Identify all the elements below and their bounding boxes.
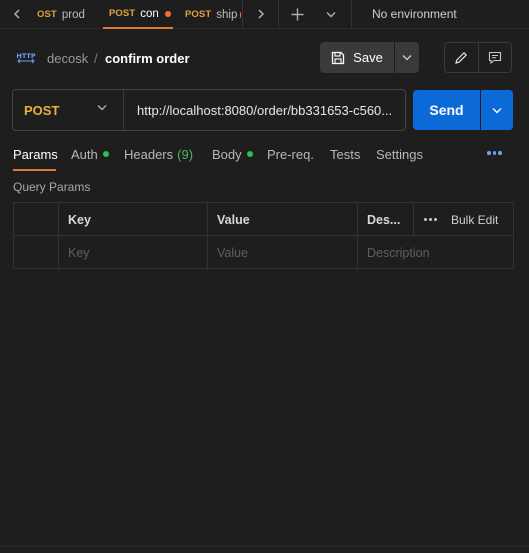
request-tab-prod[interactable]: OST prod	[37, 0, 97, 29]
tab-headers-label: Headers	[124, 146, 174, 162]
svg-text:HTTP: HTTP	[16, 52, 35, 60]
divider	[0, 546, 529, 547]
query-params-title: Query Params	[13, 180, 91, 194]
save-icon	[332, 51, 345, 64]
tab-auth-label: Auth	[71, 146, 98, 162]
bulk-edit-label: Bulk Edit	[451, 212, 499, 227]
headers-count: (9)	[177, 146, 194, 162]
tab-body[interactable]: Body	[212, 144, 253, 164]
tab-tests[interactable]: Tests	[330, 144, 360, 164]
column-description: Des...	[367, 212, 401, 227]
divider	[242, 0, 243, 29]
method-selector[interactable]: POST	[13, 90, 123, 130]
table-row: Key Value Description	[14, 236, 513, 269]
params-table: Key Value Des... Bulk Edit Key Value Des…	[13, 202, 514, 270]
tab-prerequest-label: Pre-req.	[267, 146, 314, 162]
comment-icon	[488, 51, 501, 64]
chevron-down-icon	[492, 107, 502, 113]
tab-params-label: Params	[13, 146, 58, 162]
send-options-button[interactable]	[481, 90, 513, 130]
bulk-edit-button[interactable]: Bulk Edit	[424, 203, 498, 236]
tab-body-label: Body	[212, 146, 242, 162]
send-button[interactable]: Send	[413, 90, 480, 130]
tab-headers[interactable]: Headers (9)	[124, 144, 193, 164]
save-label: Save	[353, 50, 383, 65]
method-label: POST	[24, 102, 60, 118]
unsaved-dot	[164, 10, 171, 17]
side-actions	[444, 42, 512, 73]
tab-settings[interactable]: Settings	[376, 144, 423, 164]
divider	[278, 0, 279, 29]
save-button[interactable]: Save	[320, 42, 394, 73]
more-icon[interactable]	[424, 218, 437, 221]
environment-selector[interactable]: No environment	[372, 0, 457, 28]
param-key-input[interactable]: Key	[58, 236, 207, 269]
tab-bar: OST prod POST con POST ship No environme…	[0, 0, 529, 29]
breadcrumb-separator: /	[94, 50, 98, 66]
send-label: Send	[429, 102, 464, 118]
unsaved-dot	[240, 11, 241, 18]
tab-prerequest[interactable]: Pre-req.	[267, 144, 314, 164]
param-value-input[interactable]: Value	[207, 236, 357, 269]
url-input[interactable]: http://localhost:8080/order/bb331653-c56…	[137, 90, 401, 130]
save-options-button[interactable]	[395, 42, 419, 73]
column-key: Key	[68, 212, 91, 227]
breadcrumb-collection[interactable]: decosk	[47, 49, 88, 67]
column-value: Value	[217, 212, 250, 227]
tab-method: OST	[37, 9, 57, 20]
chevron-right-icon[interactable]	[251, 0, 271, 28]
status-dot	[246, 151, 253, 157]
table-header: Key Value Des... Bulk Edit	[14, 203, 513, 236]
request-tab-ship[interactable]: POST ship	[185, 0, 241, 29]
tab-label: prod	[61, 8, 85, 21]
chevron-down-icon[interactable]	[321, 0, 341, 28]
page-title[interactable]: confirm order	[105, 49, 190, 67]
tab-params[interactable]: Params	[13, 144, 58, 164]
tab-label: con	[140, 7, 159, 20]
tab-settings-label: Settings	[376, 146, 423, 162]
more-tabs-icon[interactable]	[487, 151, 502, 155]
request-tab-confirm-order[interactable]: POST con	[103, 0, 173, 29]
tab-auth[interactable]: Auth	[71, 144, 109, 164]
url-bar: POST http://localhost:8080/order/bb33165…	[12, 89, 406, 131]
chevron-down-icon	[402, 55, 412, 61]
chevron-left-icon[interactable]	[7, 0, 27, 28]
tab-tests-label: Tests	[330, 146, 361, 162]
http-icon: HTTP	[16, 49, 36, 67]
chevron-down-icon	[97, 105, 107, 111]
edit-button[interactable]	[445, 43, 478, 72]
tab-method: POST	[109, 8, 136, 19]
active-tab-indicator	[13, 169, 56, 171]
comments-button[interactable]	[478, 43, 511, 72]
divider	[123, 90, 124, 130]
tab-method: POST	[185, 9, 212, 20]
status-dot	[102, 151, 109, 157]
divider	[351, 0, 352, 29]
param-description-input[interactable]: Description	[357, 236, 513, 269]
tab-label: ship	[216, 8, 238, 21]
plus-icon[interactable]	[287, 0, 307, 28]
pencil-icon	[455, 51, 468, 64]
